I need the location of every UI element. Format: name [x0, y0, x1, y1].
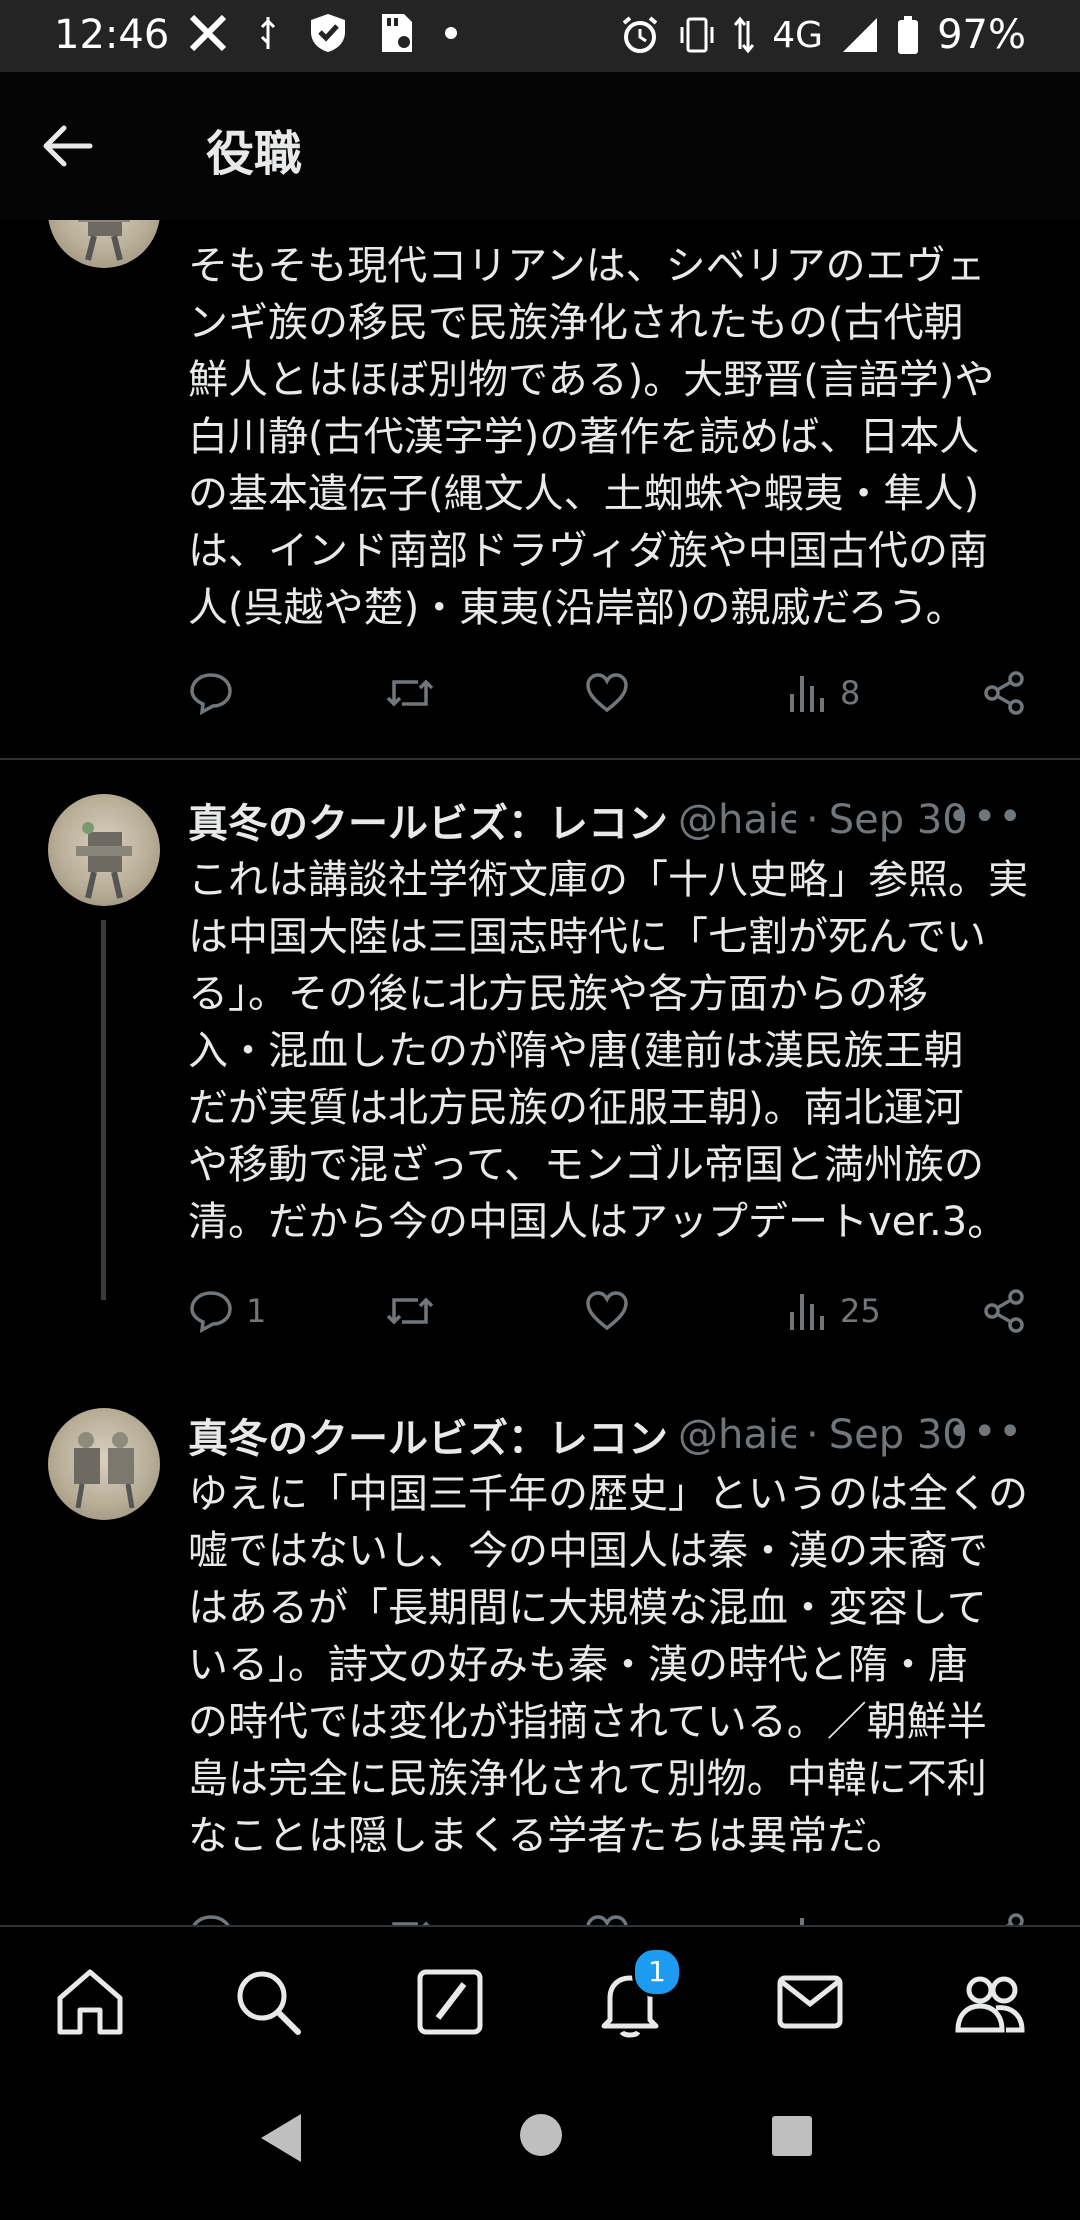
timeline[interactable]: そもそも現代コリアンは、シベリアのエヴェ ンギ族の移民で民族浄化されたもの(古代…: [0, 220, 1080, 1925]
avatar-illustration-icon: [74, 1432, 135, 1509]
like-button[interactable]: [584, 663, 630, 723]
reply-button[interactable]: 1: [188, 1281, 266, 1341]
like-button[interactable]: [584, 1905, 630, 1925]
usb-icon: [260, 17, 276, 49]
views-button[interactable]: 8: [788, 663, 860, 723]
x-logo-icon: [189, 14, 227, 52]
battery-icon: [898, 16, 919, 54]
repost-icon: [386, 679, 434, 707]
nav-communities[interactable]: [950, 1962, 1030, 2042]
repost-icon: [392, 1921, 430, 1925]
share-icon: [1005, 1913, 1024, 1925]
nav-search[interactable]: [228, 1962, 308, 2042]
repost-button[interactable]: [384, 1905, 436, 1925]
repost-button[interactable]: [384, 663, 436, 723]
status-notification-icons: [188, 12, 458, 54]
arrow-left-icon: [43, 125, 93, 167]
more-options-button[interactable]: •••: [947, 794, 1024, 840]
system-navigation-bar: [0, 2070, 1080, 2220]
view-count: 8: [840, 674, 861, 712]
nav-grok[interactable]: [410, 1962, 490, 2042]
share-button[interactable]: [982, 1281, 1028, 1341]
thread-connector: [101, 920, 106, 1300]
top-app-bar: 役職: [0, 72, 1080, 220]
nav-home[interactable]: [50, 1962, 130, 2042]
more-options-button[interactable]: •••: [947, 1409, 1024, 1455]
heart-icon: [586, 1915, 628, 1925]
circle-home-icon: [520, 2114, 562, 2156]
sd-card-icon: [382, 14, 412, 52]
data-arrows-icon: [734, 16, 755, 54]
reply-icon: [190, 1291, 232, 1334]
dot-icon: [445, 27, 457, 39]
share-icon: [984, 671, 1024, 715]
views-button[interactable]: [788, 1905, 828, 1925]
back-button[interactable]: [40, 118, 110, 174]
share-button[interactable]: [982, 663, 1028, 723]
separator-dot: ·: [806, 1412, 819, 1458]
nav-messages[interactable]: [770, 1962, 850, 2042]
tweet-text: そもそも現代コリアンは、シベリアのエヴェ ンギ族の移民で民族浄化されたもの(古代…: [188, 243, 995, 631]
author-name[interactable]: 真冬のクールビズ：レコン: [188, 794, 668, 846]
alarm-icon: [623, 16, 658, 53]
avatar-illustration-icon: [76, 822, 132, 899]
square-recents-icon: [772, 2116, 812, 2156]
repost-icon: [386, 1297, 434, 1325]
reply-icon: [192, 1915, 230, 1925]
author-handle[interactable]: @haie: [678, 1412, 796, 1458]
network-type: 4G: [772, 14, 824, 56]
home-icon: [57, 1969, 123, 2035]
heart-icon: [586, 1291, 628, 1331]
vibrate-icon: [680, 17, 714, 53]
triangle-back-icon: [261, 2114, 301, 2162]
avatar[interactable]: [48, 1408, 160, 1520]
battery-percentage: 97%: [937, 12, 1026, 58]
shield-icon: [311, 14, 345, 52]
views-icon: [790, 1294, 824, 1330]
grok-icon: [417, 1969, 483, 2035]
tweet-text: これは講談社学術文庫の「十八史略」参照。実 は中国大陸は三国志時代に「七割が死ん…: [188, 857, 1028, 1245]
reply-count: 1: [246, 1292, 267, 1330]
tweet-text: ゆえに「中国三千年の歴史」というのは全くの 嘘ではないし、今の中国人は秦・漢の末…: [188, 1471, 1028, 1859]
avatar[interactable]: [48, 794, 160, 906]
views-button[interactable]: 25: [788, 1281, 881, 1341]
tweet-header: 真冬のクールビズ：レコン @haie · Sep 30 •••: [188, 794, 1038, 846]
views-icon: [790, 676, 824, 712]
messages-icon: [777, 1975, 843, 2029]
reply-icon: [190, 673, 232, 716]
system-home-button[interactable]: [518, 2112, 564, 2162]
communities-icon: [955, 1976, 1025, 2033]
tweet-header: 真冬のクールビズ：レコン @haie · Sep 30 •••: [188, 1409, 1038, 1461]
reply-button[interactable]: [188, 663, 246, 723]
repost-button[interactable]: [384, 1281, 436, 1341]
search-icon: [237, 1971, 301, 2035]
status-system-icons: 4G 97%: [620, 12, 1026, 58]
system-back-button[interactable]: [255, 2110, 305, 2170]
view-count: 25: [840, 1292, 881, 1330]
author-name[interactable]: 真冬のクールビズ：レコン: [188, 1409, 668, 1461]
views-icon: [800, 1918, 804, 1925]
heart-icon: [586, 673, 628, 713]
tweet-actions: 1 25: [188, 1281, 1028, 1341]
signal-icon: [843, 18, 878, 52]
system-recents-button[interactable]: [770, 2114, 814, 2162]
bottom-navigation: 1: [0, 1925, 1080, 2072]
share-button[interactable]: [982, 1905, 1028, 1925]
status-time: 12:46: [54, 12, 170, 58]
author-handle[interactable]: @haie: [678, 797, 796, 843]
status-bar: 12:46 4G 97%: [0, 0, 1080, 72]
avatar-illustration-icon: [78, 220, 130, 261]
reply-button[interactable]: [188, 1905, 234, 1925]
notification-badge: 1: [632, 1947, 682, 1997]
tweet-actions: 8: [188, 663, 1028, 723]
separator-dot: ·: [806, 797, 819, 843]
avatar[interactable]: [48, 220, 160, 268]
like-button[interactable]: [584, 1281, 630, 1341]
share-icon: [984, 1289, 1024, 1333]
page-title: 役職: [206, 126, 303, 182]
divider: [0, 758, 1080, 760]
tweet-actions: [188, 1905, 1028, 1925]
